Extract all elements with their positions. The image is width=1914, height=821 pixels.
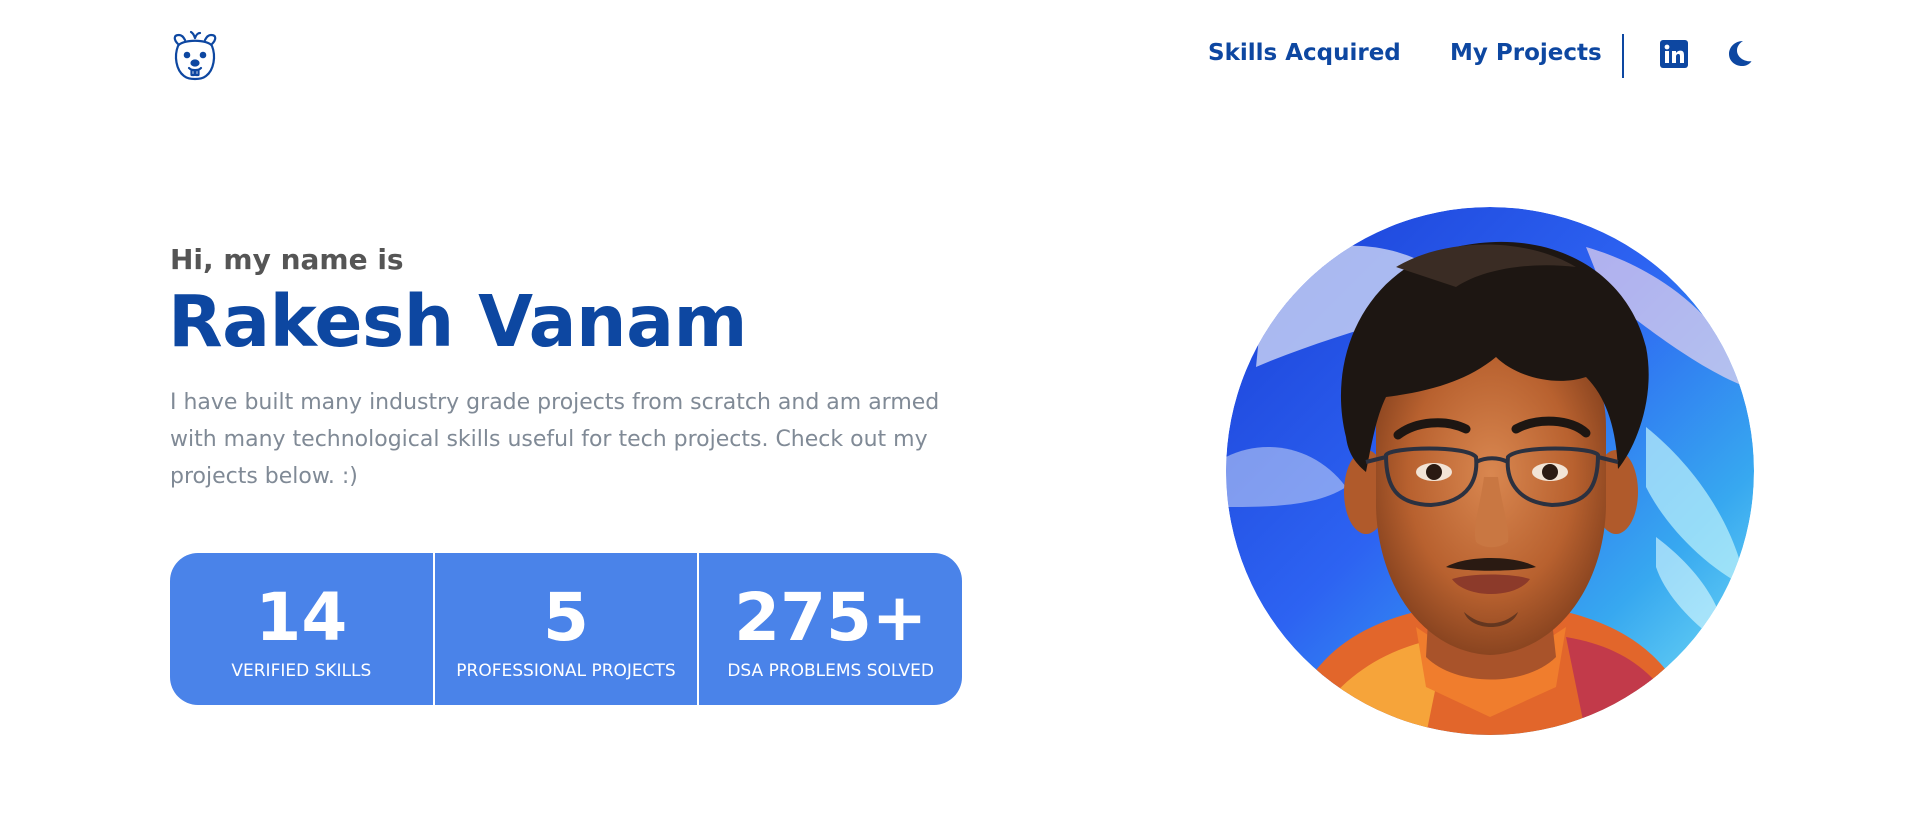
stat-professional-projects: 5 PROFESSIONAL PROJECTS	[432, 553, 698, 705]
linkedin-icon[interactable]	[1660, 40, 1688, 68]
nav-skills-acquired[interactable]: Skills Acquired	[1208, 40, 1401, 66]
stat-label: PROFESSIONAL PROJECTS	[456, 661, 676, 681]
stat-dsa-problems: 275+ DSA PROBLEMS SOLVED	[697, 553, 962, 705]
stat-value: 275+	[734, 579, 928, 656]
hero-name: Rakesh Vanam	[168, 280, 748, 363]
portfolio-page: Skills Acquired My Projects Hi, my name …	[0, 0, 1914, 821]
greeting-text: Hi, my name is	[170, 243, 404, 276]
stats-panel: 14 VERIFIED SKILLS 5 PROFESSIONAL PROJEC…	[170, 553, 962, 705]
moon-icon[interactable]	[1724, 38, 1754, 68]
stat-label: VERIFIED SKILLS	[231, 661, 372, 681]
hero-description: I have built many industry grade project…	[170, 390, 940, 489]
nav-divider	[1622, 34, 1624, 78]
stat-value: 14	[255, 579, 348, 656]
nav-my-projects[interactable]: My Projects	[1450, 40, 1602, 66]
profile-avatar	[1226, 207, 1754, 735]
stat-verified-skills: 14 VERIFIED SKILLS	[170, 553, 433, 705]
beaver-logo-icon[interactable]	[170, 30, 220, 82]
stat-value: 5	[543, 579, 589, 656]
stat-label: DSA PROBLEMS SOLVED	[727, 661, 934, 681]
